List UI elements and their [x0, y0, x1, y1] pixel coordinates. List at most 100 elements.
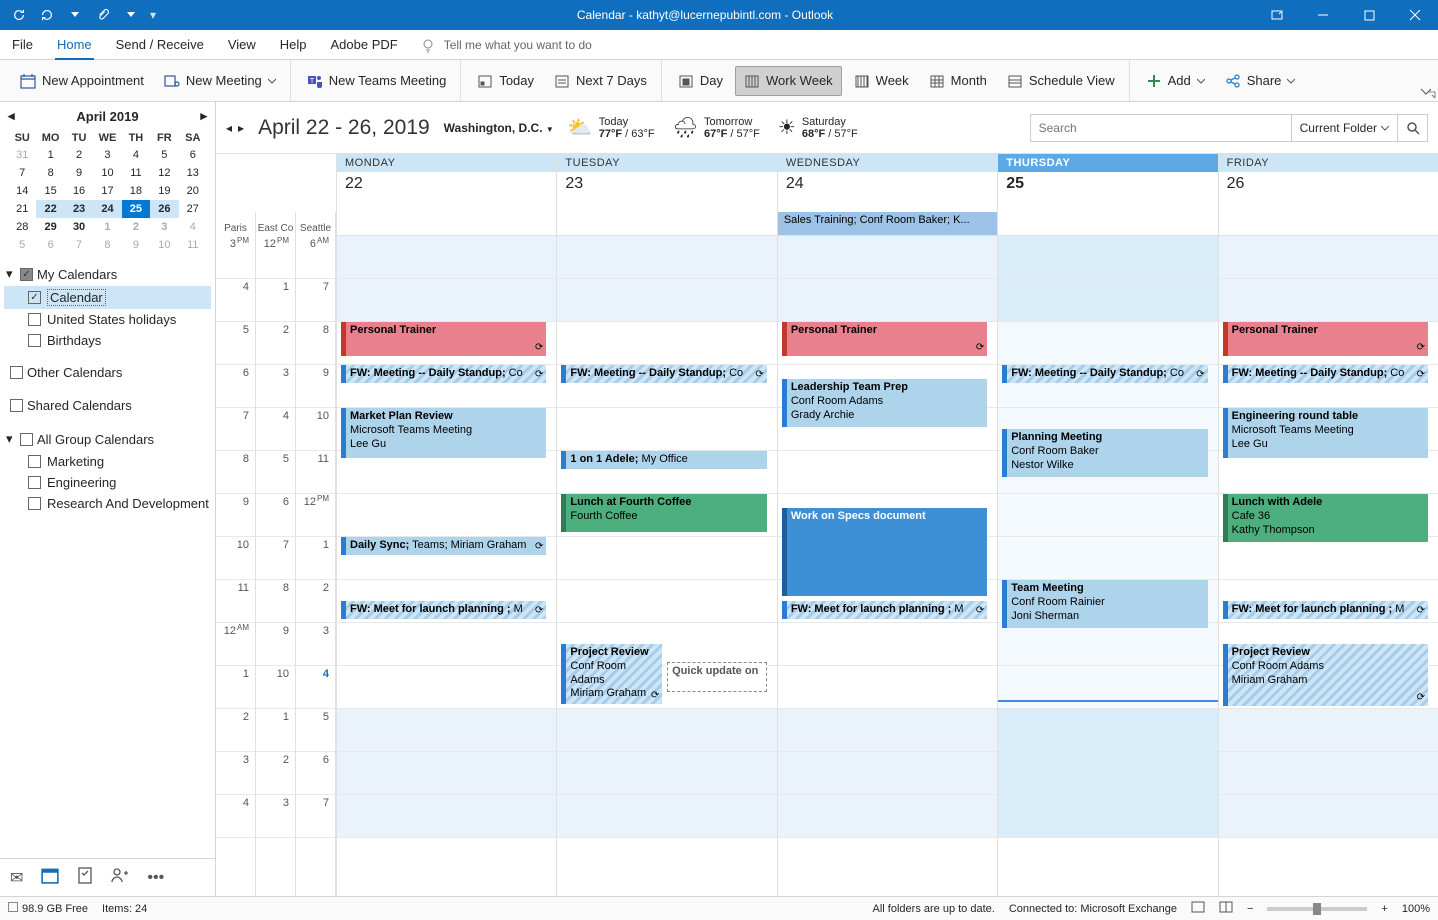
search-input[interactable] — [1031, 115, 1291, 141]
engineering-item[interactable]: Engineering — [4, 472, 211, 493]
minical-day[interactable]: 7 — [8, 164, 36, 182]
rnd-item[interactable]: Research And Development — [4, 493, 211, 514]
collapse-ribbon-icon[interactable] — [1420, 85, 1432, 99]
week-button[interactable]: Week — [846, 66, 917, 96]
calendar-event[interactable]: Team MeetingConf Room RainierJoni Sherma… — [1002, 580, 1207, 628]
minical-day[interactable]: 4 — [179, 218, 207, 236]
today-button[interactable]: Today — [469, 66, 542, 96]
calendar-event[interactable]: Project ReviewConf Room AdamsMiriam Grah… — [1223, 644, 1428, 706]
other-calendars-header[interactable]: Other Calendars — [4, 361, 211, 384]
calendar-event[interactable]: FW: Meet for launch planning ; M⟳ — [782, 601, 987, 619]
minical-day[interactable]: 24 — [93, 200, 121, 218]
allday-cell[interactable] — [997, 212, 1217, 236]
calendar-event[interactable]: FW: Meet for launch planning ; M⟳ — [341, 601, 546, 619]
minical-day[interactable]: 8 — [93, 236, 121, 254]
people-icon[interactable] — [111, 867, 129, 888]
minical-day[interactable]: 4 — [122, 146, 150, 164]
menu-file[interactable]: File — [0, 30, 45, 59]
calendar-event[interactable]: Project ReviewConf Room AdamsMiriam Grah… — [561, 644, 662, 704]
day-column[interactable]: Personal Trainer⟳FW: Meeting -- Daily St… — [336, 236, 556, 896]
calendar-event[interactable]: Engineering round tableMicrosoft Teams M… — [1223, 408, 1428, 458]
minical-day[interactable]: 5 — [150, 146, 178, 164]
location[interactable]: Washington, D.C. ▼ — [444, 121, 554, 135]
minical-day[interactable]: 15 — [36, 182, 64, 200]
day-column[interactable]: FW: Meeting -- Daily Standup; Co⟳1 on 1 … — [556, 236, 776, 896]
new-appointment-button[interactable]: New Appointment — [12, 66, 152, 96]
zoom-in[interactable]: + — [1381, 903, 1387, 915]
minical-day[interactable]: 3 — [93, 146, 121, 164]
minical-day[interactable]: 13 — [179, 164, 207, 182]
minical-day[interactable]: 26 — [150, 200, 178, 218]
minimize-button[interactable] — [1300, 0, 1346, 30]
minical-day[interactable]: 1 — [36, 146, 64, 164]
minical-day[interactable]: 22 — [36, 200, 64, 218]
menu-adobe-pdf[interactable]: Adobe PDF — [319, 30, 410, 59]
day-column[interactable]: FW: Meeting -- Daily Standup; Co⟳Plannin… — [997, 236, 1217, 896]
new-teams-meeting-button[interactable]: T New Teams Meeting — [299, 66, 455, 96]
minical-day[interactable]: 6 — [179, 146, 207, 164]
marketing-item[interactable]: Marketing — [4, 451, 211, 472]
minical-day[interactable]: 30 — [65, 218, 93, 236]
day-view-button[interactable]: Day — [670, 66, 731, 96]
weather-card[interactable]: 🌧Tomorrow67°F / 57°F — [673, 115, 760, 140]
my-calendars-header[interactable]: ▾My Calendars — [4, 262, 211, 286]
minical-day[interactable]: 10 — [93, 164, 121, 182]
next-month-icon[interactable]: ▸ — [200, 108, 207, 124]
day-num[interactable]: 24 — [778, 172, 997, 196]
tell-me[interactable]: Tell me what you want to do — [420, 30, 592, 59]
minical-day[interactable]: 2 — [122, 218, 150, 236]
minical-day[interactable]: 14 — [8, 182, 36, 200]
search-go-button[interactable] — [1397, 115, 1427, 141]
view-reading-icon[interactable] — [1219, 901, 1233, 916]
minical-day[interactable]: 1 — [93, 218, 121, 236]
group-calendars-header[interactable]: ▾All Group Calendars — [4, 427, 211, 451]
minical-day[interactable]: 21 — [8, 200, 36, 218]
more-icon[interactable]: ••• — [147, 869, 164, 887]
menu-home[interactable]: Home — [45, 30, 104, 59]
calendar-event[interactable]: Market Plan ReviewMicrosoft Teams Meetin… — [341, 408, 546, 458]
minical-day[interactable]: 8 — [36, 164, 64, 182]
minical-day[interactable]: 11 — [179, 236, 207, 254]
month-button[interactable]: Month — [921, 66, 995, 96]
zoom-out[interactable]: − — [1247, 903, 1253, 915]
shared-calendars-header[interactable]: Shared Calendars — [4, 394, 211, 417]
calendar-event[interactable]: Personal Trainer⟳ — [1223, 322, 1428, 356]
chevron-down-icon[interactable] — [64, 4, 86, 26]
next-week-icon[interactable]: ▸ — [238, 121, 244, 135]
minical-day[interactable]: 18 — [122, 182, 150, 200]
minical-day[interactable]: 3 — [150, 218, 178, 236]
prev-week-icon[interactable]: ◂ — [226, 121, 232, 135]
minical-day[interactable]: 27 — [179, 200, 207, 218]
minical-day[interactable]: 10 — [150, 236, 178, 254]
minical-day[interactable]: 16 — [65, 182, 93, 200]
work-week-button[interactable]: Work Week — [735, 66, 842, 96]
calendar-event[interactable]: FW: Meet for launch planning ; M⟳ — [1223, 601, 1428, 619]
chevron-down-icon[interactable] — [120, 4, 142, 26]
calendar-event[interactable]: Lunch at Fourth CoffeeFourth Coffee — [561, 494, 766, 532]
ribbon-display-icon[interactable] — [1254, 0, 1300, 30]
calendar-event[interactable]: FW: Meeting -- Daily Standup; Co⟳ — [1223, 365, 1428, 383]
sync-icon[interactable] — [8, 4, 30, 26]
view-normal-icon[interactable] — [1191, 901, 1205, 916]
undo-icon[interactable] — [36, 4, 58, 26]
minical-day[interactable]: 2 — [65, 146, 93, 164]
menu-help[interactable]: Help — [268, 30, 319, 59]
menu-view[interactable]: View — [216, 30, 268, 59]
allday-cell[interactable]: Sales Training; Conf Room Baker; K... — [777, 212, 997, 236]
day-column[interactable]: Personal Trainer⟳ FW: Meeting -- Daily St… — [1218, 236, 1438, 896]
minical-day[interactable]: 6 — [36, 236, 64, 254]
calendar-item[interactable]: Calendar — [4, 286, 211, 309]
allday-cell[interactable] — [1218, 212, 1438, 236]
tasks-icon[interactable] — [77, 866, 93, 889]
mail-icon[interactable]: ✉ — [10, 868, 23, 888]
menu-send-receive[interactable]: Send / Receive — [104, 30, 216, 59]
minical-day[interactable]: 31 — [8, 146, 36, 164]
allday-cell[interactable] — [336, 212, 556, 236]
weather-card[interactable]: ☀Saturday68°F / 57°F — [778, 115, 858, 140]
calendar-event[interactable]: Work on Specs document — [782, 508, 987, 596]
maximize-button[interactable] — [1346, 0, 1392, 30]
attach-icon[interactable] — [92, 4, 114, 26]
us-holidays-item[interactable]: United States holidays — [4, 309, 211, 330]
calendar-event[interactable]: 1 on 1 Adele; My Office — [561, 451, 766, 469]
search-scope[interactable]: Current Folder — [1291, 115, 1397, 141]
